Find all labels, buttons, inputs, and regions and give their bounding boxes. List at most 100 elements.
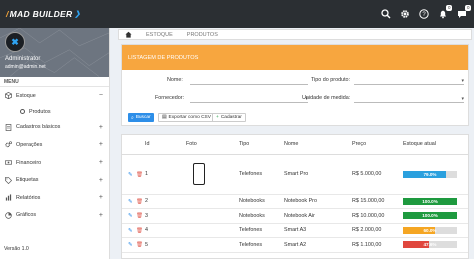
- row-id: 2: [145, 194, 186, 209]
- search-button[interactable]: ⌕ Buscar: [128, 113, 154, 122]
- row-price: R$ 15.000,00: [352, 194, 403, 209]
- file-icon: ▤: [162, 115, 167, 120]
- products-table-panel: Id Foto Tipo Nome Preço Estoque atual ✎ 🗑…: [121, 134, 469, 259]
- expand-icon[interactable]: +: [99, 177, 103, 184]
- row-type: Telefones: [239, 154, 284, 195]
- nome-input[interactable]: [190, 79, 308, 85]
- gear-icon[interactable]: [399, 8, 411, 20]
- product-filter-form: LISTAGEM DE PRODUTOS Nome: Tipo do produ…: [121, 44, 469, 126]
- messages-icon[interactable]: 0: [456, 5, 471, 20]
- expand-icon[interactable]: +: [99, 194, 103, 201]
- menu-header: MENU: [0, 77, 109, 87]
- row-type: Notebooks: [239, 194, 284, 209]
- table-row[interactable]: ✎ 🗑 4 Telefones Smart A3 R$ 2.000,00 60.0%: [122, 223, 468, 238]
- breadcrumb-estoque[interactable]: ESTOQUE: [146, 32, 173, 38]
- money-icon: [4, 159, 12, 167]
- tipo-select[interactable]: ▾: [354, 78, 464, 85]
- breadcrumb-produtos: PRODUTOS: [186, 31, 218, 38]
- help-icon[interactable]: ?: [418, 8, 430, 20]
- notifications-badge: 0: [446, 5, 452, 11]
- row-stock: 60.0%: [403, 223, 468, 238]
- row-id: 4: [145, 223, 186, 238]
- expand-icon[interactable]: +: [99, 124, 103, 131]
- row-photo: [186, 154, 239, 195]
- sidebar: ✖ Administrator admin@admin.net MENU Est…: [0, 28, 110, 259]
- row-id: 5: [145, 237, 186, 253]
- table-row[interactable]: ✎ 🗑 5 Telefones Smart A2 R$ 1.100,00 47.6%: [122, 237, 468, 253]
- cogs-icon: [4, 141, 12, 149]
- sidebar-item-operacoes[interactable]: Operações +: [0, 136, 109, 154]
- sidebar-item-financeiro[interactable]: Financeiro +: [0, 154, 109, 172]
- sidebar-item-relatorios[interactable]: Relatórios +: [0, 189, 109, 207]
- products-table: Id Foto Tipo Nome Preço Estoque atual ✎ 🗑…: [122, 135, 468, 253]
- row-name: Smart A2: [284, 237, 352, 253]
- search-icon[interactable]: [380, 8, 392, 20]
- breadcrumb: ESTOQUE PRODUTOS: [118, 29, 472, 40]
- sidebar-item-graficos[interactable]: Gráficos +: [0, 207, 109, 225]
- stock-header[interactable]: Estoque atual: [403, 135, 468, 155]
- sidebar-item-etiquetas[interactable]: Etiquetas +: [0, 171, 109, 189]
- row-photo: [186, 208, 239, 224]
- table-row[interactable]: ✎ 🗑 3 Notebooks Notebook Air R$ 10.000,00 100.…: [122, 208, 468, 224]
- sidebar-item-estoque[interactable]: Estoque −: [0, 87, 109, 105]
- expand-icon[interactable]: +: [99, 159, 103, 166]
- sidebar-subitem-produtos[interactable]: Produtos: [0, 105, 109, 119]
- search-icon: ⌕: [131, 115, 134, 121]
- trash-icon[interactable]: 🗑: [136, 213, 143, 219]
- avatar[interactable]: ✖: [5, 32, 25, 52]
- export-button-label: Exportar como CSV: [168, 115, 211, 120]
- collapse-icon[interactable]: −: [99, 92, 103, 99]
- form-title: LISTAGEM DE PRODUTOS: [122, 45, 468, 70]
- price-header[interactable]: Preço: [352, 135, 403, 155]
- top-navbar: / MAD BUILDER ❯ ? 0 0: [0, 0, 474, 28]
- stock-progress-bar: 60.0%: [403, 226, 457, 234]
- sidebar-item-label: Financeiro: [16, 159, 42, 166]
- expand-icon[interactable]: +: [99, 212, 103, 219]
- unidade-label: Unidade de medida:: [302, 95, 351, 101]
- edit-icon[interactable]: ✎: [128, 242, 133, 248]
- brand-logo[interactable]: / MAD BUILDER ❯: [0, 9, 110, 19]
- sidebar-item-label: Relatórios: [16, 194, 41, 201]
- create-button-label: Cadastrar: [220, 115, 242, 120]
- table-row[interactable]: ✎ 🗑 2 Notebooks Notebook Pro R$ 15.000,00 100.…: [122, 194, 468, 209]
- trash-icon[interactable]: 🗑: [136, 242, 143, 248]
- row-stock: 100.0%: [403, 208, 468, 224]
- unidade-select[interactable]: ▾: [354, 96, 464, 103]
- trash-icon[interactable]: 🗑: [136, 199, 143, 205]
- stock-progress-bar: 79.0%: [403, 170, 457, 178]
- trash-icon[interactable]: 🗑: [136, 172, 143, 178]
- edit-icon[interactable]: ✎: [128, 172, 133, 178]
- row-photo: [186, 223, 239, 238]
- create-button[interactable]: + Cadastrar: [212, 113, 246, 122]
- table-row[interactable]: ✎ 🗑 1 Telefones Smart Pro R$ 5.000,00 79.0%: [122, 154, 468, 195]
- stock-progress-label: 100.0%: [422, 198, 438, 204]
- sidebar-item-label: Estoque: [16, 92, 36, 99]
- chevron-down-icon: ▾: [461, 78, 464, 84]
- row-actions: ✎ 🗑: [122, 237, 145, 253]
- edit-icon[interactable]: ✎: [128, 228, 133, 234]
- fornecedor-label: Fornecedor:: [155, 95, 185, 101]
- home-icon[interactable]: [125, 31, 132, 38]
- type-header[interactable]: Tipo: [239, 135, 284, 155]
- row-price: R$ 2.000,00: [352, 223, 403, 238]
- export-csv-button[interactable]: ▤ Exportar como CSV: [158, 113, 215, 122]
- edit-icon[interactable]: ✎: [128, 199, 133, 205]
- trash-icon[interactable]: 🗑: [136, 228, 143, 234]
- row-name: Smart A3: [284, 223, 352, 238]
- stock-progress-bar: 100.0%: [403, 197, 457, 205]
- messages-badge: 0: [465, 5, 471, 11]
- notifications-bell-icon[interactable]: 0: [437, 5, 452, 20]
- svg-text:?: ?: [422, 12, 426, 18]
- fornecedor-select[interactable]: ▾: [190, 96, 308, 103]
- sidebar-item-cadastros[interactable]: Cadastros básicos +: [0, 119, 109, 137]
- actions-header: [122, 135, 145, 155]
- name-header[interactable]: Nome: [284, 135, 352, 155]
- edit-icon[interactable]: ✎: [128, 213, 133, 219]
- photo-header[interactable]: Foto: [186, 135, 239, 155]
- stock-progress-label: 47.6%: [423, 242, 437, 248]
- row-name: Notebook Air: [284, 208, 352, 224]
- id-header[interactable]: Id: [145, 135, 186, 155]
- row-price: R$ 5.000,00: [352, 154, 403, 195]
- expand-icon[interactable]: +: [99, 141, 103, 148]
- product-photo[interactable]: [193, 163, 205, 185]
